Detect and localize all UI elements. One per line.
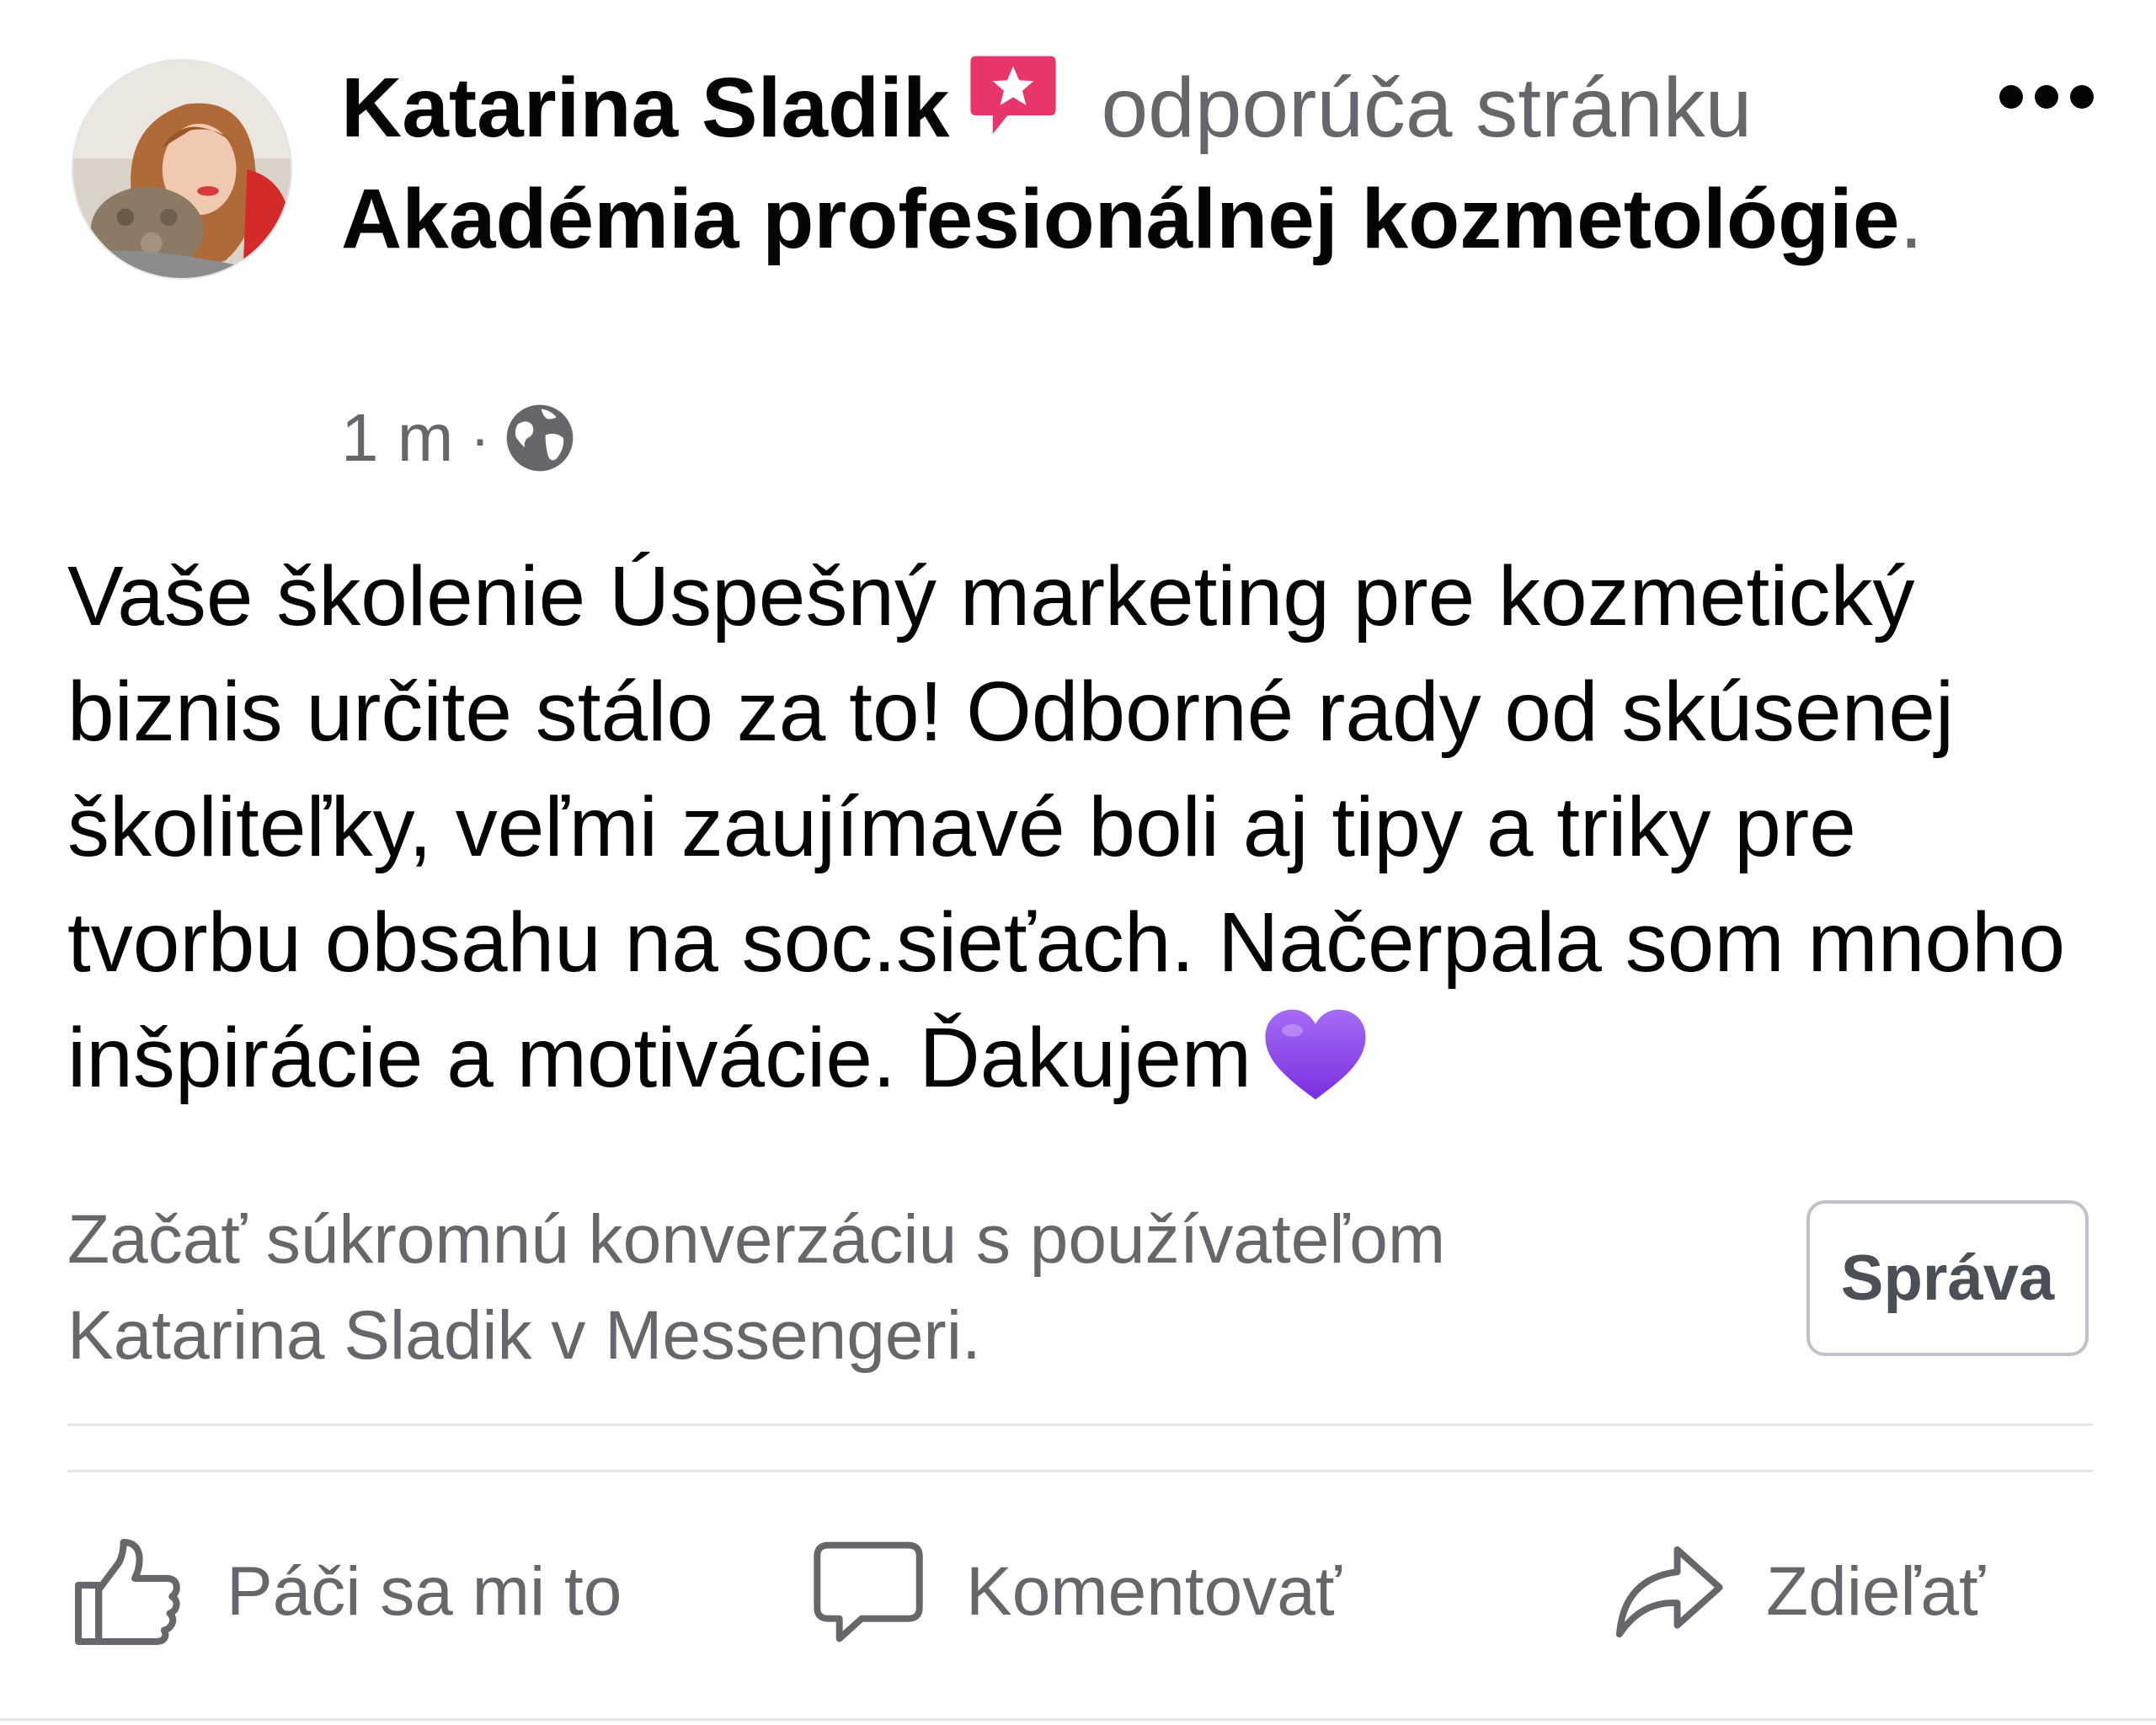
recommendation-star-icon [967, 51, 1059, 167]
share-arrow-icon [1615, 1546, 1723, 1638]
avatar-photo [73, 61, 291, 278]
like-label: Páči sa mi to [227, 1553, 622, 1630]
more-options-icon[interactable] [1996, 80, 2097, 114]
message-button[interactable]: Správa [1806, 1200, 2089, 1356]
post-meta: 1 m · [341, 392, 574, 484]
action-text: odporúča stránku [1101, 61, 1753, 155]
comment-button[interactable]: Komentovať [813, 1516, 1342, 1668]
divider [0, 1718, 2156, 1721]
post-time[interactable]: 1 m [341, 399, 453, 477]
share-label: Zdieľať [1766, 1553, 1985, 1630]
page-name-suffix: . [1899, 172, 1924, 266]
comment-bubble-icon [814, 1541, 923, 1642]
comment-label: Komentovať [966, 1553, 1342, 1630]
messenger-prompt: Začať súkromnú konverzáciu s používateľo… [67, 1201, 1446, 1374]
avatar[interactable] [72, 59, 292, 280]
divider [67, 1470, 2093, 1472]
thumbs-up-icon [75, 1539, 180, 1645]
share-button[interactable]: Zdieľať [1613, 1516, 1985, 1668]
post-actions: Páči sa mi to Komentovať Zdieľať [0, 1516, 2156, 1668]
globe-icon [505, 403, 574, 473]
page-name-link[interactable]: Akadémia profesionálnej kozmetológie [341, 172, 1899, 266]
post-header: Katarina Sladik odporúča stránku Akadémi… [341, 51, 1958, 271]
purple-heart-icon [1263, 1007, 1368, 1131]
divider [67, 1423, 2093, 1426]
meta-separator: · [470, 405, 490, 471]
post-body-text: Vaše školenie Úspešný marketing pre kozm… [67, 549, 2066, 1105]
author-name[interactable]: Katarina Sladik [341, 61, 950, 155]
post-text: Vaše školenie Úspešný marketing pre kozm… [67, 539, 2105, 1131]
like-button[interactable]: Páči sa mi to [72, 1516, 622, 1668]
